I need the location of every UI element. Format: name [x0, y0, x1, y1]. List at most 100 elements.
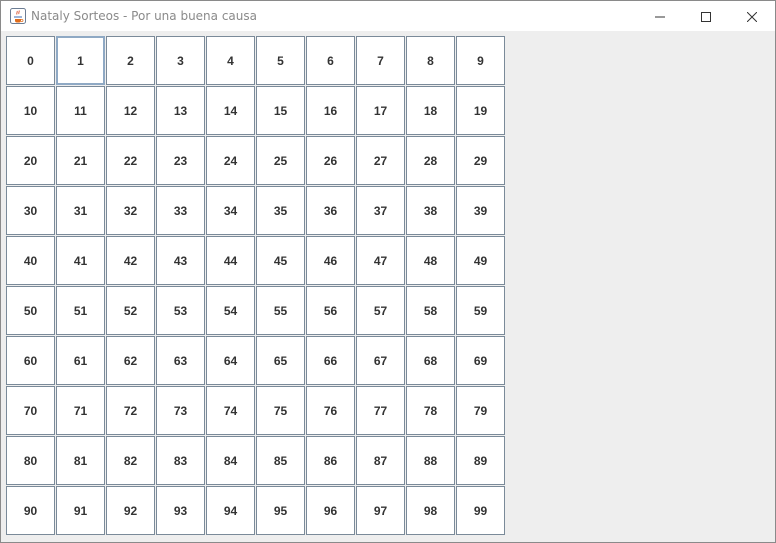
number-button-46[interactable]: 46	[306, 236, 355, 285]
number-button-84[interactable]: 84	[206, 436, 255, 485]
number-button-35[interactable]: 35	[256, 186, 305, 235]
number-button-1[interactable]: 1	[56, 36, 105, 85]
number-button-36[interactable]: 36	[306, 186, 355, 235]
number-button-95[interactable]: 95	[256, 486, 305, 535]
number-button-18[interactable]: 18	[406, 86, 455, 135]
number-button-38[interactable]: 38	[406, 186, 455, 235]
number-button-10[interactable]: 10	[6, 86, 55, 135]
number-button-21[interactable]: 21	[56, 136, 105, 185]
title-bar[interactable]: Nataly Sorteos - Por una buena causa	[1, 1, 775, 31]
number-button-31[interactable]: 31	[56, 186, 105, 235]
number-button-53[interactable]: 53	[156, 286, 205, 335]
number-button-85[interactable]: 85	[256, 436, 305, 485]
number-button-70[interactable]: 70	[6, 386, 55, 435]
number-button-64[interactable]: 64	[206, 336, 255, 385]
number-button-58[interactable]: 58	[406, 286, 455, 335]
number-button-26[interactable]: 26	[306, 136, 355, 185]
number-button-75[interactable]: 75	[256, 386, 305, 435]
close-button[interactable]	[729, 1, 775, 31]
number-button-96[interactable]: 96	[306, 486, 355, 535]
number-button-94[interactable]: 94	[206, 486, 255, 535]
number-button-24[interactable]: 24	[206, 136, 255, 185]
number-button-22[interactable]: 22	[106, 136, 155, 185]
number-button-17[interactable]: 17	[356, 86, 405, 135]
number-button-50[interactable]: 50	[6, 286, 55, 335]
number-button-37[interactable]: 37	[356, 186, 405, 235]
number-button-79[interactable]: 79	[456, 386, 505, 435]
number-button-93[interactable]: 93	[156, 486, 205, 535]
number-button-12[interactable]: 12	[106, 86, 155, 135]
number-button-44[interactable]: 44	[206, 236, 255, 285]
number-button-52[interactable]: 52	[106, 286, 155, 335]
number-button-49[interactable]: 49	[456, 236, 505, 285]
number-button-45[interactable]: 45	[256, 236, 305, 285]
number-button-7[interactable]: 7	[356, 36, 405, 85]
number-button-23[interactable]: 23	[156, 136, 205, 185]
number-button-19[interactable]: 19	[456, 86, 505, 135]
number-button-76[interactable]: 76	[306, 386, 355, 435]
number-button-82[interactable]: 82	[106, 436, 155, 485]
number-button-89[interactable]: 89	[456, 436, 505, 485]
number-button-72[interactable]: 72	[106, 386, 155, 435]
number-button-28[interactable]: 28	[406, 136, 455, 185]
number-button-48[interactable]: 48	[406, 236, 455, 285]
number-button-88[interactable]: 88	[406, 436, 455, 485]
number-button-69[interactable]: 69	[456, 336, 505, 385]
number-button-47[interactable]: 47	[356, 236, 405, 285]
number-button-54[interactable]: 54	[206, 286, 255, 335]
number-button-20[interactable]: 20	[6, 136, 55, 185]
number-button-90[interactable]: 90	[6, 486, 55, 535]
number-button-5[interactable]: 5	[256, 36, 305, 85]
number-button-74[interactable]: 74	[206, 386, 255, 435]
number-button-30[interactable]: 30	[6, 186, 55, 235]
number-button-51[interactable]: 51	[56, 286, 105, 335]
maximize-button[interactable]	[683, 1, 729, 31]
number-button-67[interactable]: 67	[356, 336, 405, 385]
number-button-66[interactable]: 66	[306, 336, 355, 385]
number-button-3[interactable]: 3	[156, 36, 205, 85]
number-button-98[interactable]: 98	[406, 486, 455, 535]
number-button-57[interactable]: 57	[356, 286, 405, 335]
number-button-27[interactable]: 27	[356, 136, 405, 185]
number-button-65[interactable]: 65	[256, 336, 305, 385]
number-button-42[interactable]: 42	[106, 236, 155, 285]
number-button-29[interactable]: 29	[456, 136, 505, 185]
number-button-81[interactable]: 81	[56, 436, 105, 485]
number-button-0[interactable]: 0	[6, 36, 55, 85]
number-button-91[interactable]: 91	[56, 486, 105, 535]
number-button-32[interactable]: 32	[106, 186, 155, 235]
number-button-92[interactable]: 92	[106, 486, 155, 535]
number-button-16[interactable]: 16	[306, 86, 355, 135]
number-button-6[interactable]: 6	[306, 36, 355, 85]
number-button-87[interactable]: 87	[356, 436, 405, 485]
number-button-86[interactable]: 86	[306, 436, 355, 485]
number-button-83[interactable]: 83	[156, 436, 205, 485]
number-button-9[interactable]: 9	[456, 36, 505, 85]
number-button-55[interactable]: 55	[256, 286, 305, 335]
number-button-39[interactable]: 39	[456, 186, 505, 235]
number-button-56[interactable]: 56	[306, 286, 355, 335]
number-button-62[interactable]: 62	[106, 336, 155, 385]
number-button-99[interactable]: 99	[456, 486, 505, 535]
number-button-8[interactable]: 8	[406, 36, 455, 85]
number-button-43[interactable]: 43	[156, 236, 205, 285]
number-button-71[interactable]: 71	[56, 386, 105, 435]
number-button-40[interactable]: 40	[6, 236, 55, 285]
number-button-80[interactable]: 80	[6, 436, 55, 485]
number-button-61[interactable]: 61	[56, 336, 105, 385]
number-button-34[interactable]: 34	[206, 186, 255, 235]
number-button-4[interactable]: 4	[206, 36, 255, 85]
number-button-60[interactable]: 60	[6, 336, 55, 385]
number-button-2[interactable]: 2	[106, 36, 155, 85]
number-button-78[interactable]: 78	[406, 386, 455, 435]
number-button-77[interactable]: 77	[356, 386, 405, 435]
number-button-11[interactable]: 11	[56, 86, 105, 135]
number-button-13[interactable]: 13	[156, 86, 205, 135]
number-button-25[interactable]: 25	[256, 136, 305, 185]
number-button-97[interactable]: 97	[356, 486, 405, 535]
number-button-33[interactable]: 33	[156, 186, 205, 235]
number-button-59[interactable]: 59	[456, 286, 505, 335]
number-button-73[interactable]: 73	[156, 386, 205, 435]
number-button-14[interactable]: 14	[206, 86, 255, 135]
minimize-button[interactable]	[637, 1, 683, 31]
